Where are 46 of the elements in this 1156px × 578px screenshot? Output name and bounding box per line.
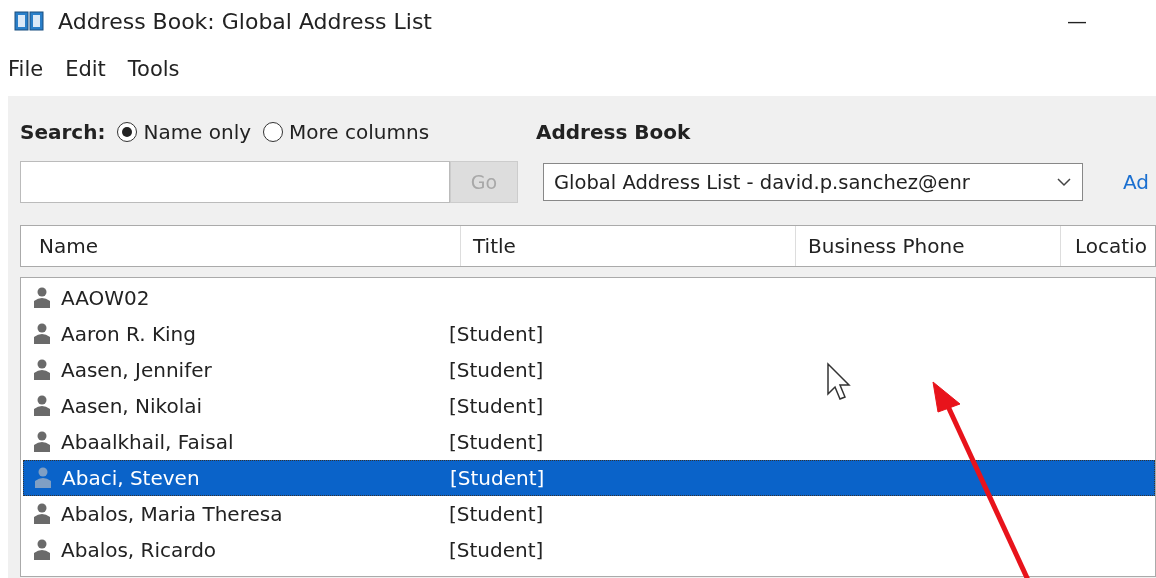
column-header[interactable]: Business Phone	[796, 226, 1061, 266]
contact-name: Abaci, Steven	[62, 466, 201, 490]
advanced-link[interactable]: Ad	[1123, 170, 1150, 194]
column-header[interactable]: Locatio	[1061, 226, 1147, 266]
person-icon	[33, 287, 51, 309]
radio-option[interactable]: Name only	[117, 120, 252, 144]
person-icon	[34, 467, 52, 489]
contact-name[interactable]: Aasen, Jennifer	[61, 358, 449, 382]
contact-title: [Student]	[449, 430, 544, 454]
search-field[interactable]	[20, 161, 450, 203]
menu-item[interactable]: File	[8, 57, 44, 81]
book-icon	[14, 10, 44, 32]
person-icon	[33, 431, 51, 453]
contact-title: [Student]	[449, 358, 544, 382]
selected-row[interactable]: Abaci, Steven [Student]	[23, 460, 1155, 496]
minimize-button[interactable]: —	[1052, 9, 1102, 33]
radio-label: More columns	[289, 120, 430, 144]
radio-button[interactable]	[263, 122, 284, 142]
contact-title: [Student]	[449, 394, 544, 418]
contact-title: [Student]	[449, 502, 544, 526]
contact-name[interactable]: Abalos, Maria Theresa	[61, 502, 449, 526]
contact-name[interactable]: AAOW02	[61, 286, 449, 310]
window-title: Address Book: Global Address List	[58, 8, 433, 34]
address-book-label: Address Book	[536, 120, 691, 144]
radio-label: Name only	[143, 120, 252, 144]
contact-title: [Student]	[449, 538, 544, 562]
contact-title: [Student]	[450, 466, 545, 490]
person-icon	[33, 359, 51, 381]
person-icon	[33, 323, 51, 345]
address-book-dropdown[interactable]: Global Address List - david.p.sanchez@enr	[543, 163, 1083, 201]
contact-name[interactable]: Abalos, Ricardo	[61, 538, 449, 562]
menu-item[interactable]: Tools	[127, 57, 180, 81]
radio-button[interactable]	[117, 122, 138, 142]
contact-name[interactable]: Aasen, Nikolai	[61, 394, 449, 418]
person-icon	[33, 395, 51, 417]
column-header[interactable]: Name	[21, 226, 461, 266]
person-icon	[33, 503, 51, 525]
menu-item[interactable]: Edit	[65, 57, 106, 81]
contact-name[interactable]: Abaalkhail, Faisal	[61, 430, 449, 454]
person-icon	[33, 539, 51, 561]
search-label: Search:	[20, 120, 106, 144]
chevron-icon	[1056, 177, 1072, 187]
column-header[interactable]: Title	[461, 226, 796, 266]
contact-title: [Student]	[449, 322, 544, 346]
contact-name[interactable]: Aaron R. King	[61, 322, 449, 346]
radio-option[interactable]: More columns	[263, 120, 430, 144]
